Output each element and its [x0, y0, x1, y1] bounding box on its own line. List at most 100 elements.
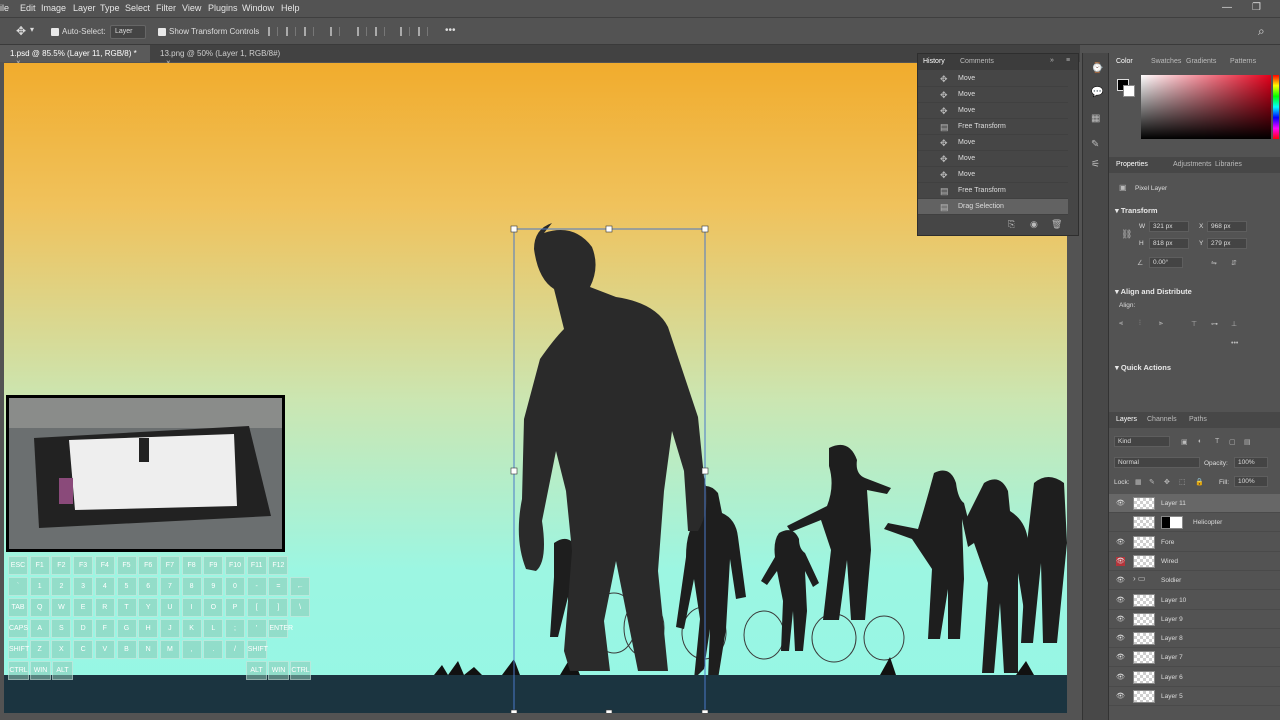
keyboard-key[interactable]: ESC	[8, 556, 28, 575]
opacity-field[interactable]: 100%	[1234, 457, 1268, 468]
menu-file[interactable]: ile	[0, 3, 9, 13]
history-item[interactable]: ▤ Drag Selection	[918, 199, 1068, 215]
keyboard-key[interactable]: I	[181, 598, 202, 617]
hue-slider[interactable]	[1273, 75, 1279, 139]
align-right-edges-icon[interactable]: ⫸	[1159, 320, 1163, 328]
flip-vertical-icon[interactable]: ⇵	[1231, 259, 1237, 267]
keyboard-key[interactable]: F6	[138, 556, 159, 575]
keyboard-key[interactable]: F8	[181, 556, 202, 575]
keyboard-key[interactable]: 8	[181, 577, 202, 596]
align-section-title[interactable]: ▾ Align and Distribute	[1115, 287, 1192, 296]
keyboard-key[interactable]: F	[94, 619, 115, 638]
align-right-icon[interactable]	[304, 27, 314, 36]
menu-help[interactable]: Help	[281, 3, 300, 13]
keyboard-key[interactable]: 4	[94, 577, 115, 596]
keyboard-key[interactable]: 1	[29, 577, 50, 596]
filter-adjustment-icon[interactable]: ◐	[1198, 438, 1202, 445]
keyboard-key[interactable]: W	[51, 598, 72, 617]
auto-select-dropdown[interactable]: Layer	[110, 25, 146, 39]
visibility-eye-icon[interactable]: 👁	[1116, 596, 1125, 605]
layer-row[interactable]: 👁 Layer 10	[1109, 591, 1280, 610]
tab-document-2[interactable]: 13.png @ 50% (Layer 1, RGB/8#) ×	[150, 45, 295, 67]
keyboard-key[interactable]: ALT	[246, 661, 267, 680]
transform-section-title[interactable]: ▾ Transform	[1115, 206, 1158, 215]
keyboard-key[interactable]: -	[246, 577, 267, 596]
distribute-icon[interactable]	[357, 27, 367, 36]
layer-row[interactable]: 👁 Fore	[1109, 533, 1280, 552]
keyboard-key[interactable]: TAB	[8, 598, 28, 617]
layer-row[interactable]: 👁 Layer 6	[1109, 668, 1280, 687]
layer-row[interactable]: 👁 › ▭ Soldier	[1109, 571, 1280, 591]
keyboard-key[interactable]: ←	[290, 577, 311, 596]
keyboard-key[interactable]: M	[159, 640, 180, 659]
keyboard-key[interactable]: P	[225, 598, 245, 617]
menu-edit[interactable]: Edit	[20, 3, 36, 13]
menu-window[interactable]: Window	[242, 3, 274, 13]
keyboard-key[interactable]: S	[51, 619, 72, 638]
keyboard-key[interactable]: ALT	[52, 661, 73, 680]
keyboard-key[interactable]: X	[51, 640, 72, 659]
layer-row[interactable]: 👁 Layer 9	[1109, 610, 1280, 629]
keyboard-key[interactable]: F7	[159, 556, 180, 575]
distribute-top-icon[interactable]	[400, 27, 410, 36]
keyboard-key[interactable]: 7	[159, 577, 180, 596]
visibility-eye-icon[interactable]: 👁	[1116, 576, 1125, 585]
keyboard-key[interactable]: F9	[203, 556, 224, 575]
keyboard-key[interactable]: WIN	[30, 661, 51, 680]
keyboard-key[interactable]: 2	[51, 577, 72, 596]
tab-libraries[interactable]: Libraries	[1215, 161, 1242, 168]
keyboard-key[interactable]: 6	[138, 577, 159, 596]
tab-channels[interactable]: Channels	[1147, 416, 1177, 423]
collapse-icon[interactable]: »	[1050, 57, 1054, 64]
history-item[interactable]: ▤ Free Transform	[918, 119, 1068, 135]
menu-filter[interactable]: Filter	[156, 3, 176, 13]
keyboard-key[interactable]: Z	[29, 640, 50, 659]
keyboard-key[interactable]: H	[138, 619, 159, 638]
keyboard-key[interactable]: E	[73, 598, 94, 617]
visibility-eye-icon[interactable]: 👁	[1116, 499, 1125, 508]
layer-row[interactable]: 👁 Layer 11	[1109, 494, 1280, 513]
visibility-eye-icon[interactable]: 👁	[1116, 556, 1125, 566]
more-align-icon[interactable]: •••	[1231, 340, 1238, 347]
tool-preset-chevron-icon[interactable]: ▾	[30, 25, 34, 34]
trash-icon[interactable]: 🗑	[1051, 219, 1062, 230]
keyboard-key[interactable]: C	[73, 640, 94, 659]
menu-image[interactable]: Image	[41, 3, 66, 13]
show-transform-checkbox[interactable]	[158, 28, 166, 36]
keyboard-key[interactable]: =	[268, 577, 289, 596]
keyboard-key[interactable]: V	[94, 640, 115, 659]
tab-color[interactable]: Color	[1116, 58, 1133, 65]
tab-layers[interactable]: Layers	[1116, 416, 1137, 423]
layer-row[interactable]: 👁 Layer 5	[1109, 687, 1280, 706]
x-field[interactable]: 968 px	[1207, 221, 1247, 232]
layer-row[interactable]: Helicopter	[1109, 513, 1280, 533]
distribute-bottom-icon[interactable]	[418, 27, 428, 36]
keyboard-key[interactable]: SHIFT	[246, 640, 268, 659]
history-item[interactable]: ✥ Move	[918, 71, 1068, 87]
camera-icon[interactable]: ◉	[1030, 219, 1038, 230]
keyboard-key[interactable]: R	[94, 598, 115, 617]
keyboard-key[interactable]: K	[181, 619, 202, 638]
layer-row[interactable]: 👁 Layer 7	[1109, 648, 1280, 668]
lock-transparent-icon[interactable]: ▦	[1135, 478, 1142, 486]
history-icon[interactable]: ⌚	[1091, 63, 1103, 74]
align-h-centers-icon[interactable]: ⫶	[1139, 320, 1141, 328]
lock-artboard-icon[interactable]: ⬚	[1179, 478, 1186, 486]
adjust-icon[interactable]: ⚟	[1091, 159, 1100, 170]
lock-image-icon[interactable]: ✎	[1149, 478, 1155, 486]
y-field[interactable]: 279 px	[1207, 238, 1247, 249]
keyboard-key[interactable]: F3	[73, 556, 94, 575]
keyboard-key[interactable]: '	[246, 619, 267, 638]
filter-smart-icon[interactable]: ▤	[1244, 438, 1251, 446]
color-picker-field[interactable]	[1141, 75, 1271, 139]
search-icon[interactable]: ⌕	[1258, 24, 1265, 39]
history-item[interactable]: ✥ Move	[918, 135, 1068, 151]
layer-row[interactable]: 👁 Layer 8	[1109, 629, 1280, 649]
keyboard-key[interactable]: N	[138, 640, 159, 659]
tab-gradients[interactable]: Gradients	[1186, 58, 1216, 65]
width-field[interactable]: 321 px	[1149, 221, 1189, 232]
menu-plugins[interactable]: Plugins	[208, 3, 238, 13]
keyboard-key[interactable]: SHIFT	[8, 640, 29, 659]
keyboard-key[interactable]: .	[203, 640, 224, 659]
keyboard-key[interactable]: F11	[246, 556, 267, 575]
